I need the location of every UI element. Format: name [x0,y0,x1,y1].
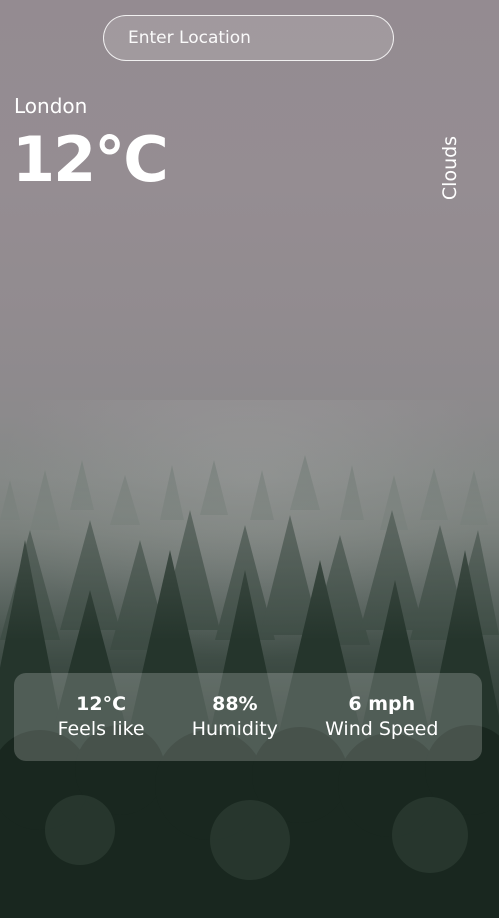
current-temperature: 12°C [12,123,169,196]
humidity-label: Humidity [191,718,278,740]
humidity-value: 88% [212,693,258,716]
feels-like-label: Feels like [57,718,145,740]
weather-app: London 12°C Clouds 12°C Feels like 88% H… [0,0,499,918]
weather-stats-panel: 12°C Feels like 88% Humidity 6 mph Wind … [14,673,482,761]
humidity-stat: 88% Humidity [192,692,278,741]
feels-like-value: 12°C [76,693,127,716]
wind-speed-stat: 6 mph Wind Speed [325,692,438,741]
weather-condition: Clouds [439,135,461,201]
wind-speed-label: Wind Speed [325,718,439,740]
wind-speed-value: 6 mph [348,693,416,716]
location-search-input[interactable] [103,15,394,61]
city-name: London [14,94,88,118]
feels-like-stat: 12°C Feels like [58,692,145,741]
